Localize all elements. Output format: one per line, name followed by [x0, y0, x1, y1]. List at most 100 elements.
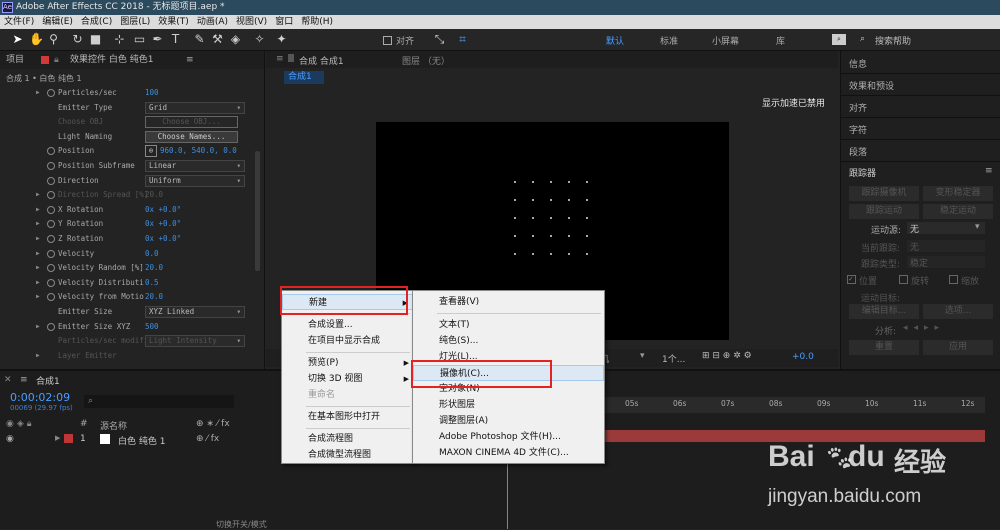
mask-tool-icon[interactable]: ▭ — [132, 32, 147, 47]
stopwatch-icon[interactable] — [47, 235, 55, 243]
menu-animation[interactable]: 动画(A) — [193, 15, 232, 29]
workspace-default[interactable]: 默认 — [606, 34, 624, 47]
expand-arrow-icon[interactable]: ▶ — [36, 276, 40, 291]
track-type-select[interactable]: 稳定 — [907, 256, 985, 269]
expand-arrow-icon[interactable]: ▶ — [36, 86, 40, 101]
menu-item-open-essential-graphics[interactable]: 在基本图形中打开 — [282, 409, 413, 425]
menu-layer[interactable]: 图层(L) — [116, 15, 154, 29]
menu-item-solid[interactable]: 纯色(S)... — [413, 333, 604, 349]
motion-source-select[interactable]: 无 — [907, 222, 985, 235]
align-checkbox[interactable] — [383, 36, 392, 45]
toggle-switches-modes[interactable]: 切换开关/模式 — [216, 519, 267, 530]
rotate-tool-icon[interactable]: ↻ — [70, 32, 85, 47]
zoom-tool-icon[interactable]: ⚲ — [46, 32, 61, 47]
expand-layer-icon[interactable]: ▶ — [55, 434, 60, 442]
property-dropdown[interactable]: Linear — [145, 160, 245, 172]
panel-tracker[interactable]: 跟踪器 — [849, 166, 876, 179]
tab-layer[interactable]: 图层 （无） — [402, 54, 450, 67]
stopwatch-icon[interactable] — [47, 205, 55, 214]
panel-menu-icon[interactable]: ≡ — [20, 375, 28, 385]
views-select[interactable]: 1个... — [662, 352, 685, 365]
menu-composition[interactable]: 合成(C) — [77, 15, 116, 29]
expand-arrow-icon[interactable]: ▶ — [36, 290, 40, 305]
stopwatch-icon[interactable] — [47, 322, 55, 331]
exposure-value[interactable]: +0.0 — [792, 352, 814, 362]
close-icon[interactable]: ✕ — [4, 375, 12, 385]
expand-arrow-icon[interactable]: ▶ — [36, 261, 40, 276]
layer-label-color[interactable] — [64, 434, 73, 443]
selection-tool-icon[interactable]: ➤ — [10, 32, 25, 47]
menu-item-mini-flowchart[interactable]: 合成微型流程图 — [282, 447, 413, 463]
property-dropdown[interactable]: Grid — [145, 101, 245, 114]
eraser-tool-icon[interactable]: ◈ — [228, 32, 243, 47]
anchor-tool-icon[interactable]: ⊹ — [112, 32, 127, 47]
stopwatch-icon[interactable] — [47, 89, 55, 97]
apply-button[interactable]: 应用 — [923, 340, 993, 355]
track-camera-button[interactable]: 跟踪摄像机 — [849, 186, 919, 201]
menu-file[interactable]: 文件(F) — [0, 15, 38, 29]
panel-paragraph[interactable]: 段落 — [849, 145, 867, 158]
stopwatch-icon[interactable] — [47, 249, 55, 258]
options-button[interactable]: 选项... — [923, 304, 993, 319]
property-value[interactable]: 20.0 — [145, 261, 163, 276]
property-value[interactable]: 0.5 — [145, 276, 159, 291]
expand-arrow-icon[interactable]: ▶ — [36, 203, 40, 218]
layer-switches[interactable]: ⊕ ⁄ fx — [196, 434, 219, 444]
tab-composition[interactable]: 合成 合成1 — [299, 54, 344, 67]
workspace-small[interactable]: 小屏幕 — [712, 34, 739, 47]
expand-arrow-icon[interactable]: ▶ — [36, 320, 40, 335]
menu-item-cinema4d-file[interactable]: MAXON CINEMA 4D 文件(C)... — [413, 445, 604, 461]
search-icon[interactable]: ⌕ — [84, 395, 234, 408]
property-value[interactable]: 20.0 — [145, 290, 163, 305]
warp-stabilizer-button[interactable]: 变形稳定器 — [923, 186, 993, 201]
menu-item-preview[interactable]: 预览(P) ▶ — [282, 355, 413, 371]
camera-tool-icon[interactable]: ■ — [88, 32, 103, 47]
view-options-icon[interactable]: ⊞ ⊟ ⊕ ✲ ⚙ — [702, 351, 752, 361]
brush-tool-icon[interactable]: ✎ — [192, 32, 207, 47]
stopwatch-icon[interactable] — [47, 293, 55, 302]
stopwatch-icon[interactable] — [47, 264, 55, 273]
menu-item-rename[interactable]: 重命名 — [282, 387, 413, 403]
menu-item-text[interactable]: 文本(T) — [413, 317, 604, 333]
lock-icon[interactable]: 🔒︎ — [54, 51, 59, 69]
stopwatch-icon[interactable] — [47, 220, 55, 229]
roto-tool-icon[interactable]: ✧ — [252, 32, 267, 47]
property-dropdown[interactable]: XYZ Linked — [145, 306, 245, 318]
stopwatch-icon[interactable] — [47, 278, 55, 287]
property-value[interactable]: 0x +0.0° — [145, 217, 181, 232]
panel-menu-icon[interactable]: ≡ — [186, 51, 194, 69]
layer-name[interactable]: 白色 纯色 1 — [118, 434, 165, 447]
menu-item-flowchart[interactable]: 合成流程图 — [282, 431, 413, 447]
stabilize-motion-button[interactable]: 稳定运动 — [923, 204, 993, 219]
analyze-controls-icon[interactable]: ◂◂▸▸ — [903, 323, 945, 333]
type-tool-icon[interactable]: T — [168, 32, 183, 47]
current-track-select[interactable]: 无 — [907, 240, 985, 253]
expand-arrow-icon[interactable]: ▶ — [36, 247, 40, 262]
pin-tool-icon[interactable]: ✦ — [274, 32, 289, 47]
property-value[interactable]: 100 — [145, 86, 159, 101]
menu-edit[interactable]: 编辑(E) — [38, 15, 77, 29]
property-value[interactable]: 960.0, 540.0, 0.0 — [160, 144, 237, 159]
pen-tool-icon[interactable]: ✒ — [150, 32, 165, 47]
scale-checkbox[interactable] — [949, 275, 958, 284]
panel-align[interactable]: 对齐 — [849, 101, 867, 114]
menu-item-reveal-in-project[interactable]: 在项目中显示合成 — [282, 333, 413, 349]
menu-effect[interactable]: 效果(T) — [154, 15, 193, 29]
panel-effects-presets[interactable]: 效果和预设 — [849, 79, 894, 92]
search-help-input[interactable]: 搜索帮助 — [875, 34, 911, 47]
menu-item-viewer[interactable]: 查看器(V) — [413, 294, 604, 310]
menu-item-photoshop-file[interactable]: Adobe Photoshop 文件(H)... — [413, 429, 604, 445]
comp-lock-icon[interactable] — [288, 54, 294, 62]
snap-icon[interactable]: ⤡ — [432, 32, 447, 47]
expand-arrow-icon[interactable]: ▶ — [36, 217, 40, 232]
property-value[interactable]: 500 — [145, 320, 159, 335]
property-value[interactable]: 0x +0.0° — [145, 232, 181, 247]
property-button[interactable]: Choose OBJ... — [145, 116, 238, 129]
snap-target-icon[interactable]: ⌗ — [455, 32, 470, 47]
property-dropdown[interactable]: Light Intensity — [145, 335, 245, 348]
menu-help[interactable]: 帮助(H) — [297, 15, 337, 29]
menu-view[interactable]: 视图(V) — [232, 15, 271, 29]
workspace-standard[interactable]: 标准 — [660, 34, 678, 47]
menu-window[interactable]: 窗口 — [271, 15, 297, 29]
panel-character[interactable]: 字符 — [849, 123, 867, 136]
